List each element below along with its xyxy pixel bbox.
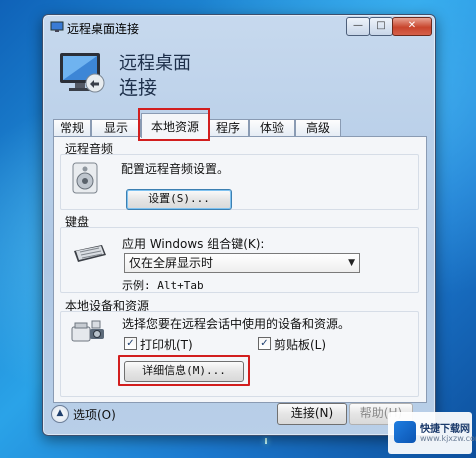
keyboard-icon: [74, 245, 106, 262]
maximize-button[interactable]: □: [369, 17, 393, 36]
remote-desktop-monitor-icon: [60, 53, 105, 93]
devices-description: 选择您要在远程会话中使用的设备和资源。: [122, 317, 351, 331]
title-bar[interactable]: 远程桌面连接 — □ ✕: [43, 15, 435, 41]
remote-desktop-window: 远程桌面连接 — □ ✕ 远程桌面 连接 常规 显示 本地资源 程序 体验 高级…: [42, 14, 436, 436]
tab-strip: 常规 显示 本地资源 程序 体验 高级: [53, 108, 433, 141]
chevron-up-circle-icon[interactable]: ▲: [51, 405, 69, 423]
tab-advanced[interactable]: 高级: [295, 119, 341, 137]
details-highlight-box: [118, 355, 250, 386]
watermark-text: 快捷下载网: [420, 424, 470, 435]
printer-checkbox[interactable]: ✓: [124, 337, 137, 350]
tab-general[interactable]: 常规: [53, 119, 91, 137]
watermark: 快捷下载网 www.kjxzw.com: [388, 412, 476, 454]
header-title-line1: 远程桌面: [119, 53, 191, 74]
watermark-logo-icon: [394, 421, 416, 443]
close-button[interactable]: ✕: [392, 17, 432, 36]
keyboard-apply-label: 应用 Windows 组合键(K):: [122, 237, 265, 251]
desktop-glow: [265, 438, 267, 444]
devices-icon: [71, 320, 104, 342]
chevron-down-icon: ▼: [348, 258, 355, 268]
clipboard-label[interactable]: 剪贴板(L): [274, 336, 326, 353]
tab-display[interactable]: 显示: [91, 119, 141, 137]
tab-highlight-box: [138, 108, 210, 141]
audio-group-box: [60, 154, 419, 210]
minimize-button[interactable]: —: [346, 17, 370, 36]
header-title-line2: 连接: [119, 77, 158, 99]
tab-experience[interactable]: 体验: [249, 119, 295, 137]
speaker-icon: [72, 162, 98, 194]
tab-panel-local-resources: 远程音频 配置远程音频设置。 设置(S)... 键盘 应用 Windows 组合…: [53, 136, 427, 403]
tab-programs[interactable]: 程序: [207, 119, 249, 137]
audio-description: 配置远程音频设置。: [121, 162, 230, 176]
keyboard-combo-dropdown[interactable]: 仅在全屏显示时 ▼: [124, 253, 360, 273]
options-toggle[interactable]: 选项(O): [73, 406, 116, 423]
connect-button[interactable]: 连接(N): [277, 403, 347, 425]
audio-settings-button[interactable]: 设置(S)...: [126, 189, 232, 210]
clipboard-checkbox[interactable]: ✓: [258, 337, 271, 350]
watermark-sub: www.kjxzw.com: [420, 434, 476, 443]
window-title: 远程桌面连接: [67, 22, 140, 36]
monitor-icon: [50, 21, 64, 32]
keyboard-combo-value: 仅在全屏显示时: [129, 256, 214, 270]
keyboard-example-label: 示例: Alt+Tab: [122, 279, 204, 292]
printer-label[interactable]: 打印机(T): [140, 336, 193, 353]
